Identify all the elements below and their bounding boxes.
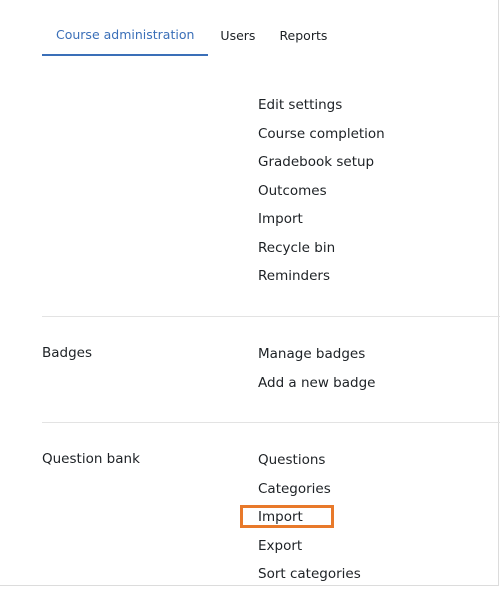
outcomes-link[interactable]: Outcomes [258, 183, 327, 199]
list-item: Course completion [258, 120, 385, 149]
question-bank-links: Questions Categories Import Export Sort … [240, 446, 361, 589]
sort-categories-link[interactable]: Sort categories [258, 566, 361, 582]
questions-link[interactable]: Questions [258, 452, 325, 468]
categories-link[interactable]: Categories [258, 481, 331, 497]
admin-tabs: Course administration Users Reports [42, 14, 500, 56]
course-import-link[interactable]: Import [258, 211, 303, 227]
list-item: Add a new badge [258, 369, 375, 398]
highlight-box [240, 505, 334, 528]
tab-course-administration[interactable]: Course administration [42, 14, 209, 56]
edit-settings-link[interactable]: Edit settings [258, 97, 342, 113]
page-frame [0, 0, 499, 586]
list-item: Recycle bin [258, 234, 385, 263]
list-item: Import [240, 503, 361, 532]
list-item: Questions [258, 446, 361, 475]
badges-links: Manage badges Add a new badge [258, 340, 375, 397]
list-item: Edit settings [258, 91, 385, 120]
list-item: Gradebook setup [258, 148, 385, 177]
list-item: Manage badges [258, 340, 375, 369]
gradebook-setup-link[interactable]: Gradebook setup [258, 154, 374, 170]
list-item: Sort categories [258, 560, 361, 589]
section-divider [42, 422, 500, 423]
tab-users[interactable]: Users [208, 14, 267, 56]
reminders-link[interactable]: Reminders [258, 268, 330, 284]
list-item: Export [258, 532, 361, 561]
list-item: Categories [258, 475, 361, 504]
recycle-bin-link[interactable]: Recycle bin [258, 240, 335, 256]
list-item: Outcomes [258, 177, 385, 206]
export-link[interactable]: Export [258, 538, 302, 554]
question-bank-title: Question bank [42, 451, 140, 467]
manage-badges-link[interactable]: Manage badges [258, 346, 365, 362]
badges-title: Badges [42, 345, 93, 361]
section-divider [42, 316, 500, 317]
list-item: Import [258, 205, 385, 234]
tab-reports[interactable]: Reports [267, 14, 339, 56]
list-item: Reminders [258, 262, 385, 291]
course-links: Edit settings Course completion Gradeboo… [258, 91, 385, 291]
add-new-badge-link[interactable]: Add a new badge [258, 375, 375, 391]
course-completion-link[interactable]: Course completion [258, 126, 385, 142]
